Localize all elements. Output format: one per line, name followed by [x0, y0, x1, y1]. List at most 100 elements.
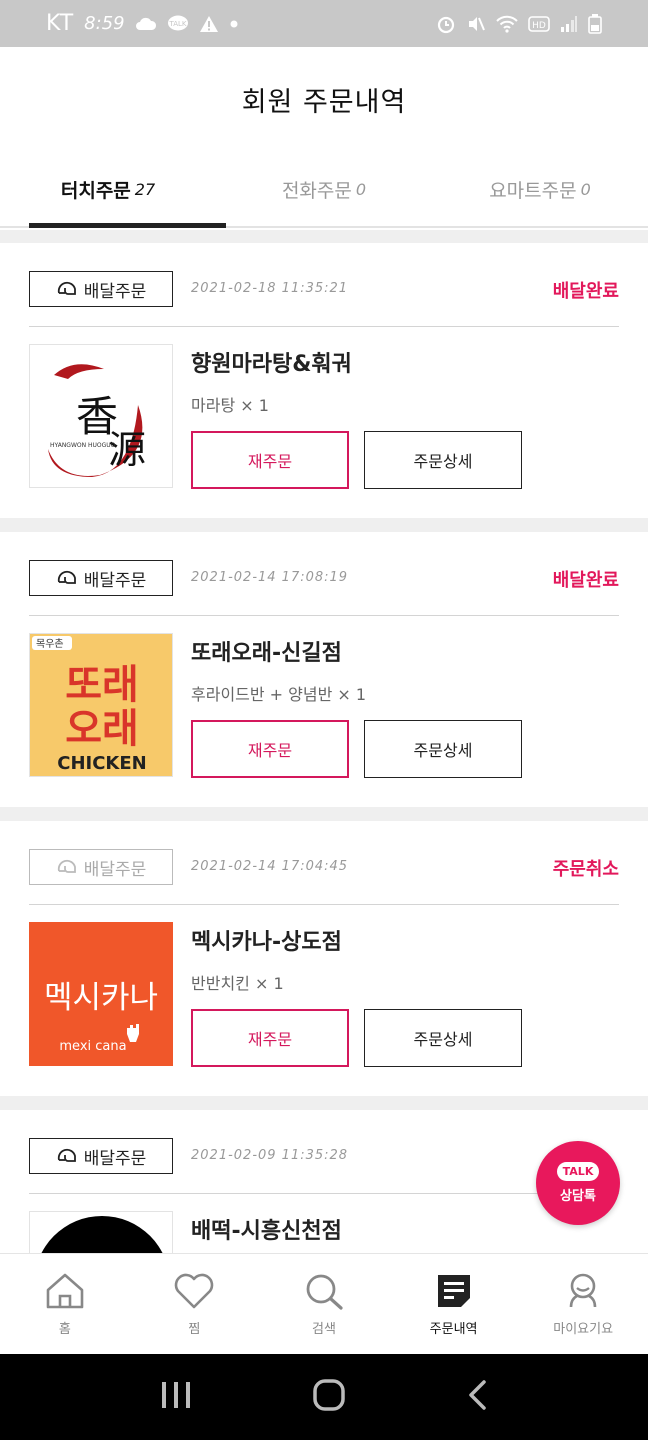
tab-count: 27: [134, 179, 156, 199]
nav-my-yogiyo[interactable]: 마이요기요: [518, 1254, 648, 1354]
order-date: 2021-02-14 17:08:19: [191, 570, 349, 585]
reorder-button[interactable]: 재주문: [191, 431, 349, 489]
order-card: 배달주문 2021-02-14 17:04:45 주문취소 멕시카나 mexi …: [0, 821, 648, 1096]
clock: 8:59: [84, 13, 125, 34]
store-name[interactable]: 또래오래-신길점: [191, 635, 342, 667]
helmet-icon: [57, 1148, 76, 1162]
recent-apps-icon[interactable]: [160, 1380, 192, 1414]
order-date: 2021-02-09 11:35:28: [191, 1148, 349, 1163]
order-tabs: 터치주문 27 전화주문 0 요마트주문 0: [0, 152, 648, 228]
order-detail-button[interactable]: 주문상세: [364, 1009, 522, 1067]
order-type-badge: 배달주문: [29, 1138, 173, 1174]
order-menu: 마라탕 × 1: [191, 396, 269, 415]
tab-phone-order[interactable]: 전화주문 0: [216, 152, 432, 226]
order-date: 2021-02-14 17:04:45: [191, 859, 349, 874]
tab-count: 0: [580, 179, 591, 199]
order-type-label: 배달주문: [83, 859, 147, 880]
logo-subtext: mexi cana: [59, 1039, 126, 1054]
helmet-icon: [57, 859, 76, 873]
page-header: 회원 주문내역: [0, 47, 648, 152]
order-type-label: 배달주문: [83, 281, 147, 302]
order-type-label: 배달주문: [83, 570, 147, 591]
page-title: 회원 주문내역: [241, 87, 407, 118]
order-status: 배달완료: [552, 570, 619, 591]
tab-label: 요마트주문: [489, 179, 577, 202]
nav-search[interactable]: 검색: [259, 1254, 389, 1354]
order-list-icon: [437, 1274, 470, 1307]
talk-label: 상담톡: [560, 1189, 596, 1204]
store-logo[interactable]: 香 源 HYANGWON HUOGUO: [29, 344, 173, 488]
nav-label: 홈: [58, 1321, 71, 1337]
heart-icon: [175, 1273, 214, 1308]
store-name[interactable]: 향원마라탕&훠궈: [191, 346, 352, 378]
svg-text:HD: HD: [532, 21, 546, 31]
nav-home[interactable]: 홈: [0, 1254, 130, 1354]
store-logo[interactable]: 목우촌 또래 오래 CHICKEN: [29, 633, 173, 777]
order-card: 배달주문 2021-02-18 11:35:21 배달완료 香 源 HYANGW…: [0, 243, 648, 518]
tab-label: 터치주문: [60, 179, 131, 202]
status-bar: KT 8:59 TALK HD: [0, 0, 648, 47]
signal-icon: [560, 15, 578, 33]
order-detail-button[interactable]: 주문상세: [364, 431, 522, 489]
helmet-icon: [57, 570, 76, 584]
nav-label: 주문내역: [429, 1321, 478, 1337]
back-icon[interactable]: [466, 1379, 488, 1415]
carrier-label: KT: [46, 11, 75, 36]
bottom-nav: 홈 찜 검색 주문내역 마이요기요: [0, 1253, 648, 1354]
order-menu: 후라이드반 + 양념반 × 1: [191, 685, 367, 704]
logo-line-1: 또래: [65, 662, 139, 708]
dot-icon: [229, 19, 239, 29]
hd-icon: HD: [528, 15, 550, 32]
profile-icon: [569, 1273, 597, 1307]
order-type-badge: 배달주문: [29, 560, 173, 596]
order-type-label: 배달주문: [83, 1148, 147, 1169]
home-button-icon[interactable]: [312, 1378, 346, 1416]
tab-count: 0: [355, 179, 367, 199]
store-name[interactable]: 멕시카나-상도점: [191, 924, 342, 956]
search-icon: [306, 1274, 343, 1310]
order-date: 2021-02-18 11:35:21: [191, 281, 349, 296]
order-status: 배달완료: [552, 281, 619, 302]
logo-subtext: HYANGWON HUOGUO: [50, 442, 116, 449]
talk-icon: TALK: [556, 1162, 600, 1181]
divider: [0, 230, 648, 243]
tab-label: 전화주문: [281, 179, 352, 202]
logo-tag: 목우촌: [36, 638, 64, 650]
reorder-button[interactable]: 재주문: [191, 720, 349, 778]
system-nav-bar: [0, 1354, 648, 1440]
reorder-button[interactable]: 재주문: [191, 1009, 349, 1067]
divider: [0, 518, 648, 532]
store-logo[interactable]: [29, 1211, 173, 1253]
svg-text:TALK: TALK: [168, 20, 186, 28]
nav-label: 마이요기요: [553, 1321, 614, 1337]
nav-label: 찜: [188, 1321, 201, 1337]
wifi-icon: [496, 15, 518, 33]
logo-char-2: 源: [108, 428, 146, 472]
nav-favorites[interactable]: 찜: [130, 1254, 260, 1354]
nav-label: 검색: [312, 1321, 336, 1337]
alarm-icon: [436, 14, 456, 34]
order-status: 주문취소: [552, 859, 619, 880]
tab-touch-order[interactable]: 터치주문 27: [0, 152, 226, 228]
order-type-badge: 배달주문: [29, 271, 173, 307]
logo-line-1: 멕시카나: [44, 980, 158, 1016]
logo-line-2: 오래: [65, 706, 139, 752]
store-name[interactable]: 배떡-시흥신천점: [191, 1213, 342, 1245]
store-logo[interactable]: 멕시카나 mexi cana: [29, 922, 173, 1066]
talk-consult-button[interactable]: TALK 상담톡: [536, 1141, 620, 1225]
mute-icon: [466, 14, 486, 34]
helmet-icon: [57, 281, 76, 295]
tab-yomart-order[interactable]: 요마트주문 0: [432, 152, 648, 226]
home-icon: [46, 1273, 84, 1308]
order-type-badge: 배달주문: [29, 849, 173, 885]
order-card: 배달주문 2021-02-14 17:08:19 배달완료 목우촌 또래 오래 …: [0, 532, 648, 807]
divider: [0, 1096, 648, 1110]
order-menu: 반반치킨 × 1: [191, 974, 284, 993]
cloud-icon: [135, 17, 157, 31]
nav-order-history[interactable]: 주문내역: [389, 1254, 519, 1354]
divider: [0, 807, 648, 821]
order-detail-button[interactable]: 주문상세: [364, 720, 522, 778]
battery-icon: [588, 13, 602, 34]
logo-subtext: CHICKEN: [57, 753, 147, 774]
warning-icon: [199, 15, 219, 33]
